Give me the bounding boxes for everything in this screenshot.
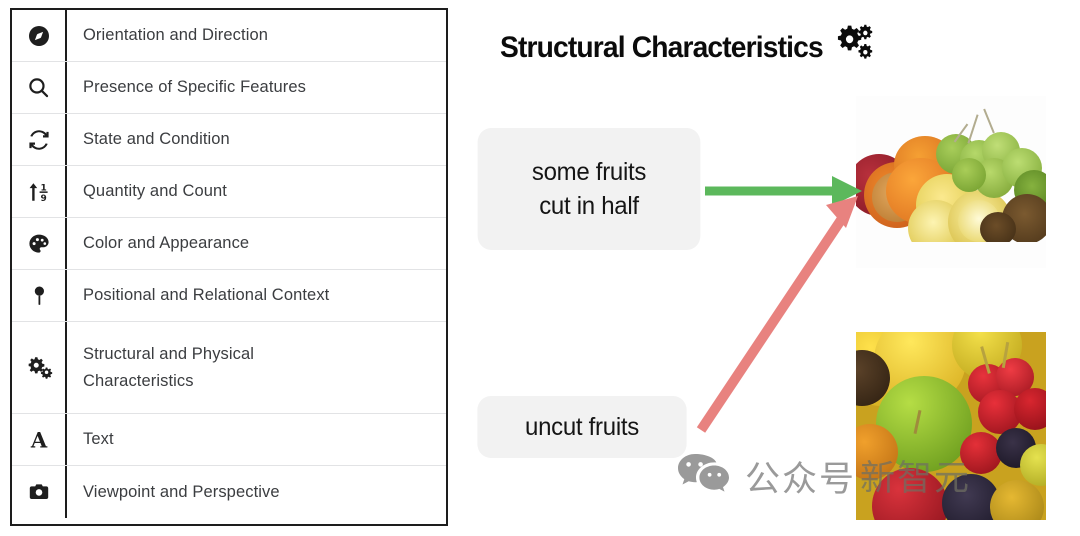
map-pin-icon <box>12 270 67 321</box>
table-row[interactable]: A Text <box>12 414 446 466</box>
cut-fruits-photo <box>856 96 1046 268</box>
callout-some-fruits-cut-in-half: some fruits cut in half <box>477 128 701 250</box>
search-icon <box>12 62 67 113</box>
callout-line-2: cut in half <box>539 192 639 220</box>
table-row[interactable]: Orientation and Direction <box>12 10 446 62</box>
wechat-icon <box>675 450 731 503</box>
watermark-text-public-account: 公众号 <box>745 460 857 500</box>
callout-line-1: some fruits <box>531 158 647 186</box>
table-row-label: State and Condition <box>83 130 230 149</box>
diagram-panel: Structural Characteristics some fruits c… <box>460 0 1080 536</box>
table-row-label: Presence of Specific Features <box>83 78 307 97</box>
table-row[interactable]: Viewpoint and Perspective <box>12 466 446 518</box>
table-row[interactable]: Presence of Specific Features <box>12 62 446 114</box>
page-title-text: Structural Characteristics <box>500 31 824 64</box>
gears-icon <box>12 322 67 413</box>
table-row-label: Color and Appearance <box>83 234 250 253</box>
table-row-label: Orientation and Direction <box>83 26 269 45</box>
red-arrow <box>696 196 858 433</box>
table-row[interactable]: State and Condition <box>12 114 446 166</box>
callout-line-1: uncut fruits <box>525 413 639 441</box>
refresh-cycle-icon <box>12 114 67 165</box>
svg-text:A: A <box>29 428 47 452</box>
palette-icon <box>12 218 67 269</box>
gears-icon <box>836 23 875 71</box>
table-row-label: Text <box>83 430 114 449</box>
table-row-label: Viewpoint and Perspective <box>83 482 280 501</box>
table-row[interactable]: Color and Appearance <box>12 218 446 270</box>
svg-text:9: 9 <box>40 194 46 204</box>
page-title: Structural Characteristics <box>500 23 875 71</box>
table-row-label: Positional and Relational Context <box>83 286 330 305</box>
watermark-text-brand: 新智元 <box>860 459 972 499</box>
table-row[interactable]: Structural and Physical Characteristics <box>12 322 446 414</box>
watermark: 公众号 <box>675 450 856 503</box>
sort-numeric-icon: 1 9 <box>12 166 67 217</box>
table-row[interactable]: 1 9 Quantity and Count <box>12 166 446 218</box>
camera-icon <box>12 466 67 518</box>
category-table: Orientation and Direction Presence of Sp… <box>10 8 448 526</box>
table-row[interactable]: Positional and Relational Context <box>12 270 446 322</box>
table-row-label: Quantity and Count <box>83 182 227 201</box>
table-row-label: Structural and Physical Characteristics <box>83 344 255 390</box>
callout-uncut-fruits: uncut fruits <box>477 396 687 458</box>
letter-a-icon: A <box>12 414 67 465</box>
compass-icon <box>12 10 67 61</box>
green-arrow <box>705 176 862 206</box>
